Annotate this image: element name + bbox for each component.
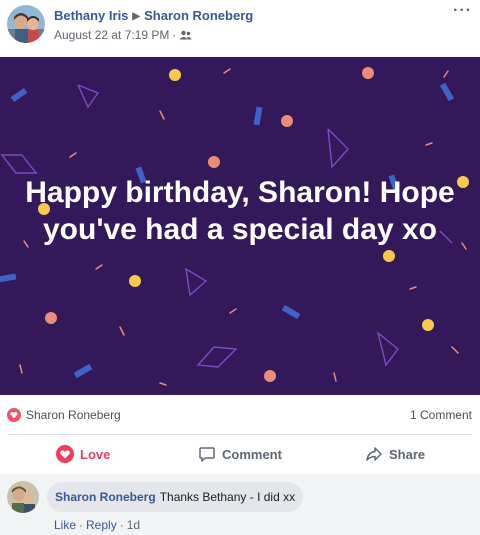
share-label: Share: [389, 446, 426, 462]
birthday-banner: Happy birthday, Sharon! Hope you've had …: [0, 57, 480, 395]
comment-bubble: Sharon Roneberg Thanks Bethany - I did xx: [47, 482, 304, 512]
comment-meta-separator: ·: [119, 518, 124, 532]
right-triangle-icon: ▶: [132, 11, 141, 22]
comment-text: Thanks Bethany - I did xx: [159, 490, 296, 504]
post-actions: Love Comment Share: [0, 437, 480, 471]
recipient-name-link[interactable]: Sharon Roneberg: [144, 8, 253, 23]
birthday-message: Happy birthday, Sharon! Hope you've had …: [25, 176, 455, 246]
share-icon: [366, 447, 382, 461]
love-reaction-icon[interactable]: [7, 408, 21, 422]
comment-count-link[interactable]: 1 Comment: [410, 408, 472, 422]
comment-label: Comment: [222, 446, 282, 462]
comment-like-link[interactable]: Like: [54, 518, 76, 532]
author-name-link[interactable]: Bethany Iris: [54, 8, 128, 23]
commenter-avatar[interactable]: [7, 481, 39, 513]
comment-meta-separator: ·: [79, 518, 84, 532]
comment-reply-link[interactable]: Reply: [86, 518, 117, 532]
comments-section: Sharon Roneberg Thanks Bethany - I did xx…: [0, 474, 480, 535]
reactors-names[interactable]: Sharon Roneberg: [26, 408, 121, 422]
love-icon: [56, 445, 74, 463]
comment-meta: Like · Reply · 1d: [54, 518, 140, 532]
post-meta: August 22 at 7:19 PM ·: [54, 28, 192, 42]
more-options-icon[interactable]: ···: [453, 2, 472, 20]
author-avatar[interactable]: [7, 5, 45, 43]
post-header: Bethany Iris ▶ Sharon Roneberg August 22 a…: [0, 0, 480, 56]
meta-separator: ·: [172, 28, 177, 42]
share-button[interactable]: Share: [365, 437, 425, 471]
comment-button[interactable]: Comment: [198, 437, 282, 471]
reactions-bar: Sharon Roneberg 1 Comment: [0, 400, 480, 430]
comment-icon: [199, 447, 215, 462]
love-button[interactable]: Love: [56, 437, 110, 471]
comment-age[interactable]: 1d: [127, 518, 140, 532]
post-timestamp[interactable]: August 22 at 7:19 PM: [54, 28, 169, 42]
divider: [8, 434, 472, 435]
post-author-line: Bethany Iris ▶ Sharon Roneberg: [54, 8, 253, 23]
love-label: Love: [80, 446, 111, 462]
friends-icon[interactable]: [179, 30, 192, 40]
commenter-name-link[interactable]: Sharon Roneberg: [55, 490, 156, 504]
